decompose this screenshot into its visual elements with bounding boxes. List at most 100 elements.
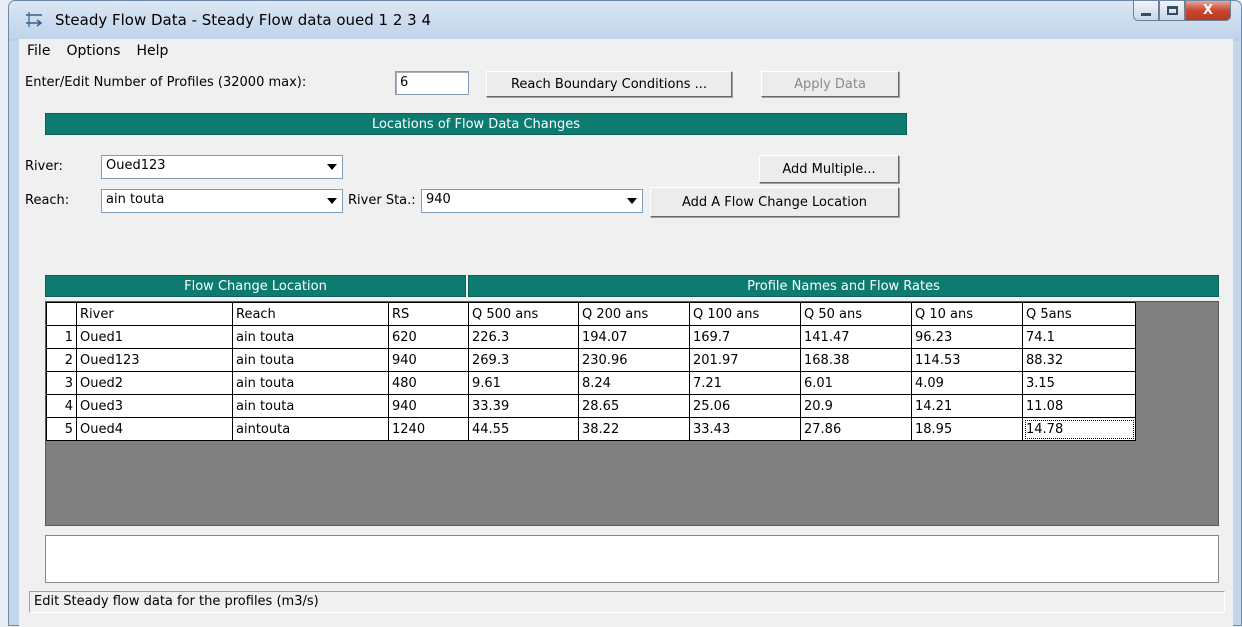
table-cell[interactable]: 226.3 — [468, 325, 579, 349]
row-number[interactable]: 4 — [46, 394, 77, 418]
add-multiple-button[interactable]: Add Multiple... — [759, 155, 899, 183]
table-cell[interactable]: 194.07 — [578, 325, 690, 349]
col-header-q10[interactable]: Q 10 ans — [911, 302, 1023, 326]
row-number[interactable]: 3 — [46, 371, 77, 395]
table-cell[interactable]: 114.53 — [911, 348, 1023, 372]
table-cell[interactable]: Oued3 — [76, 394, 233, 418]
table-cell[interactable]: 4.09 — [911, 371, 1023, 395]
table-cell[interactable]: 14.78 — [1022, 417, 1136, 441]
table-cell[interactable]: 8.24 — [578, 371, 690, 395]
flow-data-table: River Reach RS Q 500 ans Q 200 ans Q 100… — [46, 302, 1136, 441]
table-cell[interactable]: 11.08 — [1022, 394, 1136, 418]
table-cell[interactable]: Oued2 — [76, 371, 233, 395]
table-cell[interactable]: 168.38 — [800, 348, 912, 372]
col-header-q500[interactable]: Q 500 ans — [468, 302, 579, 326]
table-row[interactable]: 1 Oued1 ain touta 620 226.3 194.07 169.7 141.47… — [46, 325, 1136, 349]
reach-label: Reach: — [25, 193, 70, 208]
table-cell[interactable]: 74.1 — [1022, 325, 1136, 349]
table-header-row: River Reach RS Q 500 ans Q 200 ans Q 100… — [46, 302, 1136, 326]
table-cell[interactable]: 25.06 — [689, 394, 801, 418]
table-cell[interactable]: ain touta — [232, 394, 389, 418]
table-cell[interactable]: 96.23 — [911, 325, 1023, 349]
reach-select[interactable]: ain touta — [101, 189, 343, 213]
table-cell[interactable]: 9.61 — [468, 371, 579, 395]
close-button[interactable]: X — [1185, 1, 1231, 21]
flow-change-location-header: Flow Change Location — [45, 275, 466, 297]
table-cell[interactable]: 14.21 — [911, 394, 1023, 418]
col-header-q100[interactable]: Q 100 ans — [689, 302, 801, 326]
col-header-q5[interactable]: Q 5ans — [1022, 302, 1136, 326]
table-cell[interactable]: 169.7 — [689, 325, 801, 349]
table-cell[interactable]: 20.9 — [800, 394, 912, 418]
table-cell[interactable]: 7.21 — [689, 371, 801, 395]
table-row[interactable]: 5 Oued4 aintouta 1240 44.55 38.22 33.43 27.86 18… — [46, 417, 1136, 441]
table-cell[interactable]: ain touta — [232, 348, 389, 372]
minimize-button[interactable] — [1133, 1, 1159, 21]
reach-boundary-conditions-button[interactable]: Reach Boundary Conditions ... — [486, 71, 732, 97]
table-cell[interactable]: 44.55 — [468, 417, 579, 441]
table-cell[interactable]: ain touta — [232, 371, 389, 395]
river-sta-label: River Sta.: — [348, 193, 416, 208]
table-cell[interactable]: 33.39 — [468, 394, 579, 418]
table-cell[interactable]: 230.96 — [578, 348, 690, 372]
river-sta-select-value: 940 — [426, 192, 451, 207]
col-header-q200[interactable]: Q 200 ans — [578, 302, 690, 326]
table-cell[interactable]: 201.97 — [689, 348, 801, 372]
chevron-down-icon[interactable] — [322, 156, 342, 178]
status-bar: Edit Steady flow data for the profiles (… — [29, 591, 1225, 613]
chevron-down-icon[interactable] — [622, 190, 642, 212]
table-cell[interactable]: Oued4 — [76, 417, 233, 441]
profiles-count-input[interactable]: 6 — [395, 71, 469, 95]
message-box — [45, 535, 1219, 583]
row-number[interactable]: 1 — [46, 325, 77, 349]
table-cell[interactable]: 1240 — [388, 417, 469, 441]
flow-app-icon — [26, 12, 43, 27]
chevron-down-icon[interactable] — [322, 190, 342, 212]
menu-file[interactable]: File — [19, 39, 58, 63]
col-header-q50[interactable]: Q 50 ans — [800, 302, 912, 326]
reach-select-value: ain touta — [106, 192, 165, 207]
table-cell[interactable]: 38.22 — [578, 417, 690, 441]
table-cell[interactable]: 6.01 — [800, 371, 912, 395]
table-cell[interactable]: 620 — [388, 325, 469, 349]
table-row[interactable]: 4 Oued3 ain touta 940 33.39 28.65 25.06 20.9 14.… — [46, 394, 1136, 418]
table-cell[interactable]: 28.65 — [578, 394, 690, 418]
row-number[interactable]: 2 — [46, 348, 77, 372]
col-header-reach[interactable]: Reach — [232, 302, 389, 326]
table-cell[interactable]: 88.32 — [1022, 348, 1136, 372]
title-bar[interactable]: Steady Flow Data - Steady Flow data oued… — [9, 1, 1241, 39]
river-label: River: — [25, 159, 63, 174]
river-select-value: Oued123 — [106, 158, 166, 173]
table-row[interactable]: 2 Oued123 ain touta 940 269.3 230.96 201.97 168… — [46, 348, 1136, 372]
table-cell[interactable]: 269.3 — [468, 348, 579, 372]
minimize-icon — [1141, 13, 1151, 16]
menu-options[interactable]: Options — [58, 39, 128, 63]
steady-flow-window: Steady Flow Data - Steady Flow data oued… — [8, 0, 1242, 627]
add-flow-change-location-button[interactable]: Add A Flow Change Location — [650, 187, 899, 217]
table-cell[interactable]: 940 — [388, 348, 469, 372]
table-cell[interactable]: Oued1 — [76, 325, 233, 349]
flow-data-grid: River Reach RS Q 500 ans Q 200 ans Q 100… — [45, 301, 1219, 526]
table-cell[interactable]: 3.15 — [1022, 371, 1136, 395]
table-cell[interactable]: aintouta — [232, 417, 389, 441]
caption-buttons: X — [1133, 1, 1231, 21]
table-row[interactable]: 3 Oued2 ain touta 480 9.61 8.24 7.21 6.01 4.09 3.… — [46, 371, 1136, 395]
apply-data-button[interactable]: Apply Data — [761, 71, 899, 97]
corner-cell — [46, 302, 77, 326]
table-cell[interactable]: 33.43 — [689, 417, 801, 441]
table-cell[interactable]: 27.86 — [800, 417, 912, 441]
row-number[interactable]: 5 — [46, 417, 77, 441]
maximize-button[interactable] — [1159, 1, 1185, 21]
table-cell[interactable]: Oued123 — [76, 348, 233, 372]
river-sta-select[interactable]: 940 — [421, 189, 643, 213]
col-header-river[interactable]: River — [76, 302, 233, 326]
river-select[interactable]: Oued123 — [101, 155, 343, 179]
table-cell[interactable]: 141.47 — [800, 325, 912, 349]
col-header-rs[interactable]: RS — [388, 302, 469, 326]
table-cell[interactable]: ain touta — [232, 325, 389, 349]
close-icon: X — [1202, 3, 1214, 18]
table-cell[interactable]: 480 — [388, 371, 469, 395]
table-cell[interactable]: 18.95 — [911, 417, 1023, 441]
menu-help[interactable]: Help — [128, 39, 176, 63]
table-cell[interactable]: 940 — [388, 394, 469, 418]
